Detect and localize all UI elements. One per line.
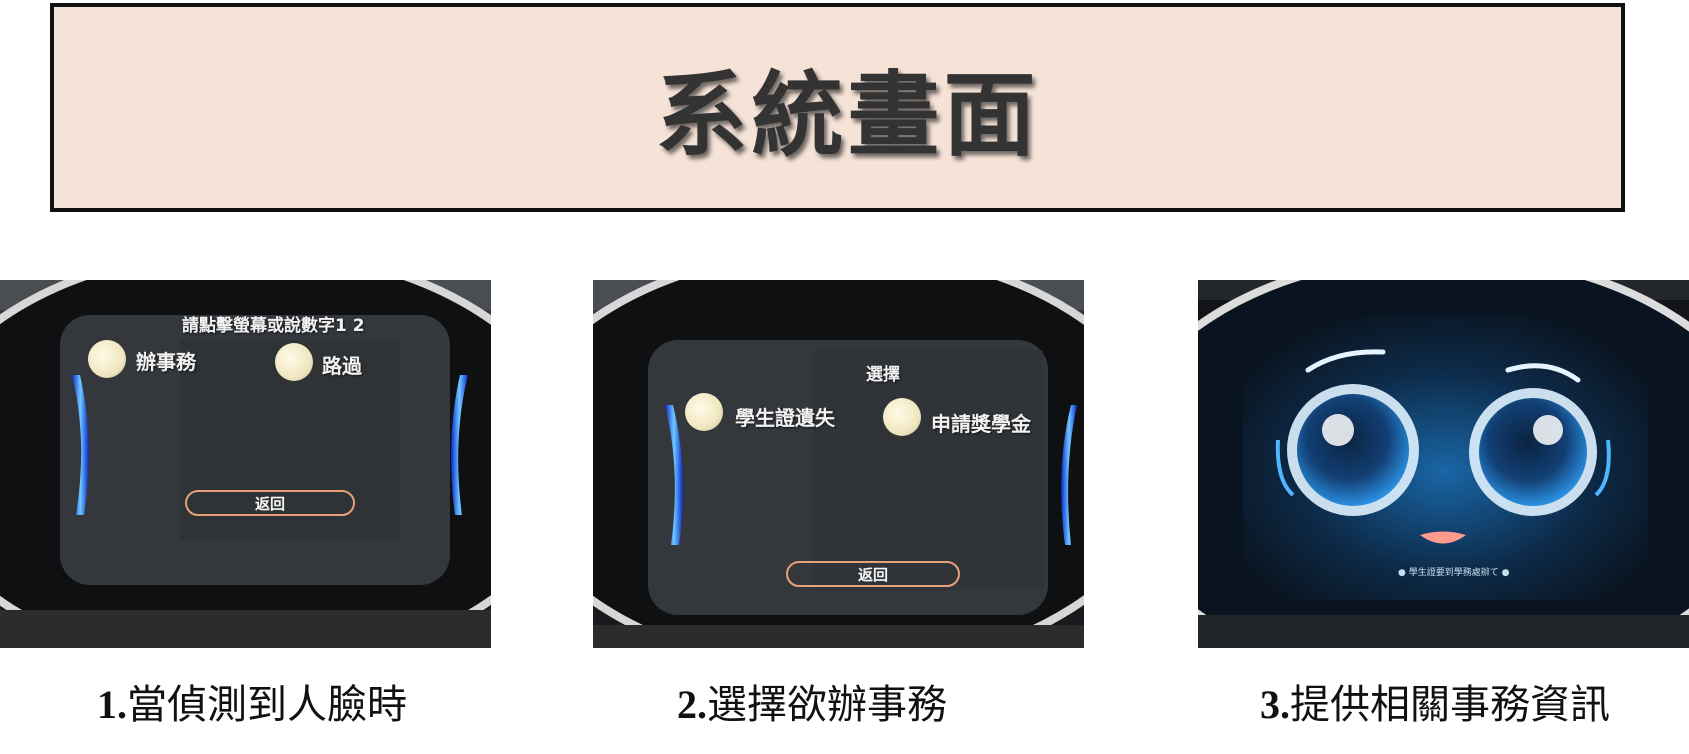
option-2-label[interactable]: 路過 [322,350,362,379]
option-1-circle[interactable] [88,340,126,378]
back-button[interactable]: 返回 [185,490,355,516]
caption-1: 1.當偵測到人臉時 [97,672,407,732]
option-2-circle[interactable] [275,343,313,381]
option-1-label[interactable]: 辦事務 [136,346,196,375]
option-1-circle[interactable] [685,393,723,431]
caption-3-number: 3. [1260,682,1290,727]
option-2-label[interactable]: 申請獎學金 [931,408,1031,437]
caption-1-number: 1. [97,682,127,727]
option-1-label[interactable]: 學生證遺失 [735,402,835,431]
screenshot-1: 請點擊螢幕或說數字1 2 辦事務 路過 返回 [0,280,491,648]
prompt-text: 選擇 [866,365,900,385]
page-title: 系統畫面 [655,62,1040,169]
caption-3-text: 提供相關事務資訊 [1290,682,1610,727]
back-button[interactable]: 返回 [786,561,960,587]
screenshot-3: ● 學生證要到學務處辦て ● [1198,280,1689,648]
option-2-circle[interactable] [883,398,921,436]
robot-face-photo [1198,280,1689,648]
caption-2-number: 2. [677,682,707,727]
caption-2: 2.選擇欲辦事務 [677,672,947,732]
robot-screen-photo-2 [593,280,1084,648]
prompt-text: 請點擊螢幕或說數字1 2 [182,316,365,336]
screenshot-2: 選擇 學生證遺失 申請獎學金 返回 [593,280,1084,648]
title-banner: 系統畫面 [50,3,1625,212]
caption-1-text: 當偵測到人臉時 [127,682,407,727]
status-message: ● 學生證要到學務處辦て ● [1398,568,1510,578]
caption-3: 3.提供相關事務資訊 [1260,672,1610,732]
caption-2-text: 選擇欲辦事務 [707,682,947,727]
